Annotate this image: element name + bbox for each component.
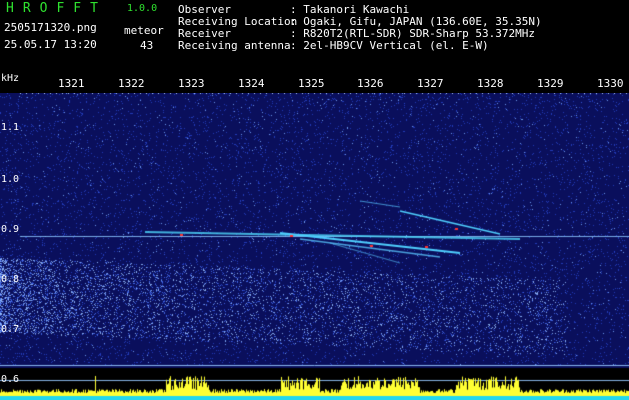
x-tick-label: 1322: [118, 77, 145, 90]
capture-timestamp: 25.05.17 13:20: [4, 38, 97, 51]
x-tick-label: 1321: [58, 77, 85, 90]
x-tick-label: 1329: [537, 77, 564, 90]
info-antenna-label: Receiving antenna: [178, 39, 291, 52]
app-brand: HROFFT: [6, 1, 107, 16]
y-tick-label: 0.9: [1, 224, 20, 235]
image-filename: 2505171320.png: [4, 21, 97, 34]
y-tick-label: 0.8: [1, 274, 20, 285]
x-tick-label: 1327: [417, 77, 444, 90]
y-tick-label: 1.1: [1, 122, 20, 133]
y-tick-label: 0.6: [1, 374, 20, 385]
x-tick-label: 1325: [298, 77, 325, 90]
meteor-label: meteor: [124, 24, 164, 37]
x-tick-label: 1323: [178, 77, 205, 90]
app-version: 1.0.0: [127, 3, 158, 14]
meteor-count: 43: [140, 39, 154, 52]
x-tick-label: 1328: [477, 77, 504, 90]
x-tick-label: 1330: [597, 77, 624, 90]
y-axis-unit: kHz: [1, 73, 20, 84]
y-tick-label: 1.0: [1, 174, 20, 185]
x-tick-label: 1326: [357, 77, 384, 90]
y-tick-label: 0.7: [1, 324, 20, 335]
info-antenna-value: : 2el-HB9CV Vertical (el. E-W): [290, 39, 489, 52]
header-panel: HROFFT 1.0.0 2505171320.png 25.05.17 13:…: [0, 0, 629, 76]
spectrogram: [0, 93, 629, 400]
x-tick-label: 1324: [238, 77, 265, 90]
